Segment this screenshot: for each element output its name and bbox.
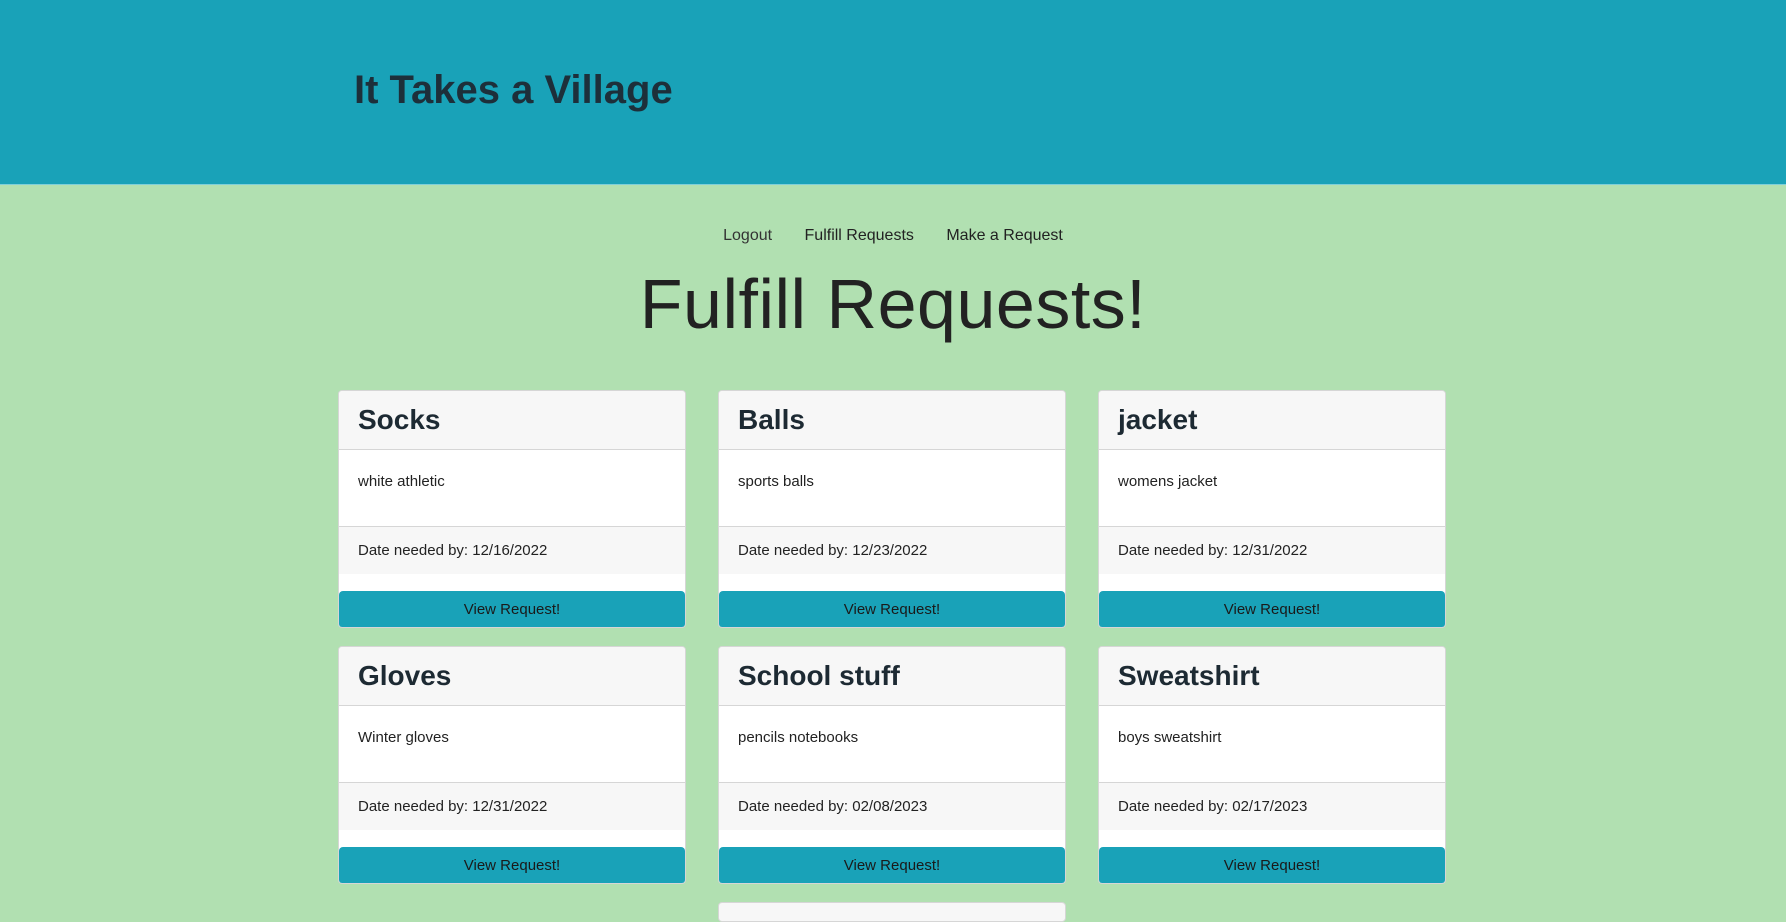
card-footer: Date needed by: 12/16/2022: [339, 526, 685, 574]
card-title: Balls: [738, 404, 805, 435]
request-card: jacket womens jacket Date needed by: 12/…: [1098, 390, 1446, 628]
card-header: Socks: [339, 391, 685, 450]
view-request-button[interactable]: View Request!: [719, 847, 1065, 883]
view-request-button[interactable]: View Request!: [719, 591, 1065, 627]
request-card-partial: [718, 902, 1066, 922]
card-description: womens jacket: [1118, 473, 1218, 490]
request-card: Sweatshirt boys sweatshirt Date needed b…: [1098, 646, 1446, 884]
card-description: white athletic: [358, 473, 445, 490]
card-description: Winter gloves: [358, 729, 449, 746]
request-card: Balls sports balls Date needed by: 12/23…: [718, 390, 1066, 628]
card-footer: Date needed by: 02/08/2023: [719, 782, 1065, 830]
request-card: School stuff pencils notebooks Date need…: [718, 646, 1066, 884]
card-header: School stuff: [719, 647, 1065, 706]
view-request-button[interactable]: View Request!: [1099, 847, 1445, 883]
view-request-button[interactable]: View Request!: [339, 591, 685, 627]
card-footer: Date needed by: 12/31/2022: [1099, 526, 1445, 574]
card-date-needed: Date needed by: 12/16/2022: [358, 542, 548, 559]
card-header: jacket: [1099, 391, 1445, 450]
card-description: boys sweatshirt: [1118, 729, 1222, 746]
card-footer: Date needed by: 12/23/2022: [719, 526, 1065, 574]
card-description: sports balls: [738, 473, 814, 490]
request-card: Socks white athletic Date needed by: 12/…: [338, 390, 686, 628]
card-footer: Date needed by: 02/17/2023: [1099, 782, 1445, 830]
site-header: It Takes a Village: [0, 0, 1786, 185]
card-date-needed: Date needed by: 02/17/2023: [1118, 798, 1308, 815]
card-date-needed: Date needed by: 12/31/2022: [1118, 542, 1308, 559]
request-card: Gloves Winter gloves Date needed by: 12/…: [338, 646, 686, 884]
card-header: Balls: [719, 391, 1065, 450]
card-title: School stuff: [738, 660, 900, 691]
site-title: It Takes a Village: [354, 68, 673, 112]
main-nav: Logout Fulfill Requests Make a Request: [0, 224, 1786, 248]
nav-logout-link[interactable]: Logout: [723, 224, 772, 248]
card-header: Gloves: [339, 647, 685, 706]
card-header: Sweatshirt: [1099, 647, 1445, 706]
card-description: pencils notebooks: [738, 729, 859, 746]
nav-make-request-link[interactable]: Make a Request: [946, 224, 1063, 248]
card-title: jacket: [1118, 404, 1198, 435]
card-date-needed: Date needed by: 12/31/2022: [358, 798, 548, 815]
page-title: Fulfill Requests!: [639, 265, 1147, 343]
view-request-button[interactable]: View Request!: [1099, 591, 1445, 627]
card-title: Sweatshirt: [1118, 660, 1260, 691]
card-date-needed: Date needed by: 02/08/2023: [738, 798, 928, 815]
card-title: Gloves: [358, 660, 452, 691]
card-title: Socks: [358, 404, 441, 435]
card-date-needed: Date needed by: 12/23/2022: [738, 542, 928, 559]
view-request-button[interactable]: View Request!: [339, 847, 685, 883]
card-footer: Date needed by: 12/31/2022: [339, 782, 685, 830]
nav-fulfill-requests-link[interactable]: Fulfill Requests: [805, 224, 914, 248]
